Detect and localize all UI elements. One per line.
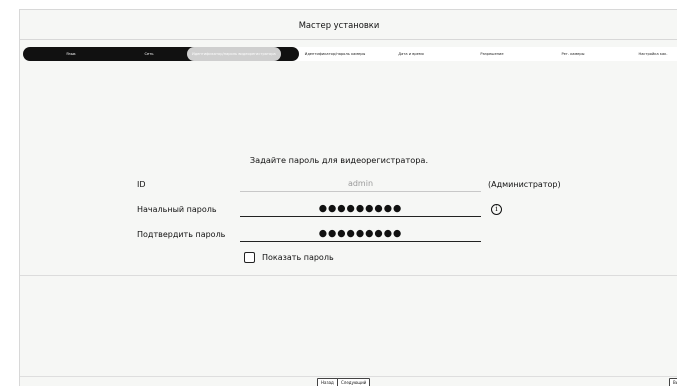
setup-wizard-window: Мастер установки Язык Сеть Идентификатор…	[19, 9, 677, 386]
info-icon[interactable]: i	[491, 204, 502, 215]
step-date-time[interactable]: Дата и время	[391, 47, 431, 61]
id-role-suffix: (Администратор)	[488, 180, 561, 189]
step-language[interactable]: Язык	[51, 47, 91, 61]
wizard-title: Мастер установки	[298, 20, 380, 30]
step-resolution[interactable]: Разрешение	[472, 47, 512, 61]
step-camera-registration[interactable]: Рег. камеры	[553, 47, 593, 61]
initial-password-label: Начальный пароль	[137, 205, 217, 214]
confirm-password-label: Подтвердить пароль	[137, 230, 226, 239]
id-label: ID	[137, 180, 146, 189]
wizard-steps-bar: Язык Сеть Идентификатор/пароль видеореги…	[23, 47, 677, 61]
step-nvr-credentials[interactable]: Идентификатор/пароль видеорегистратора	[187, 47, 281, 61]
show-password-label[interactable]: Показать пароль	[262, 253, 334, 262]
step-network[interactable]: Сеть	[129, 47, 169, 61]
show-password-checkbox[interactable]	[244, 252, 255, 263]
step-camera-credentials[interactable]: Идентификатор/пароль камеры	[295, 47, 375, 61]
id-field: admin	[240, 177, 481, 192]
step-settings[interactable]: Настройка как.	[633, 47, 673, 61]
confirm-password-field[interactable]: ●●●●●●●●●	[240, 227, 481, 242]
form-divider	[20, 275, 677, 276]
title-divider	[20, 39, 677, 40]
initial-password-field[interactable]: ●●●●●●●●●	[240, 202, 481, 217]
form-prompt: Задайте пароль для видеорегистратора.	[249, 155, 429, 165]
